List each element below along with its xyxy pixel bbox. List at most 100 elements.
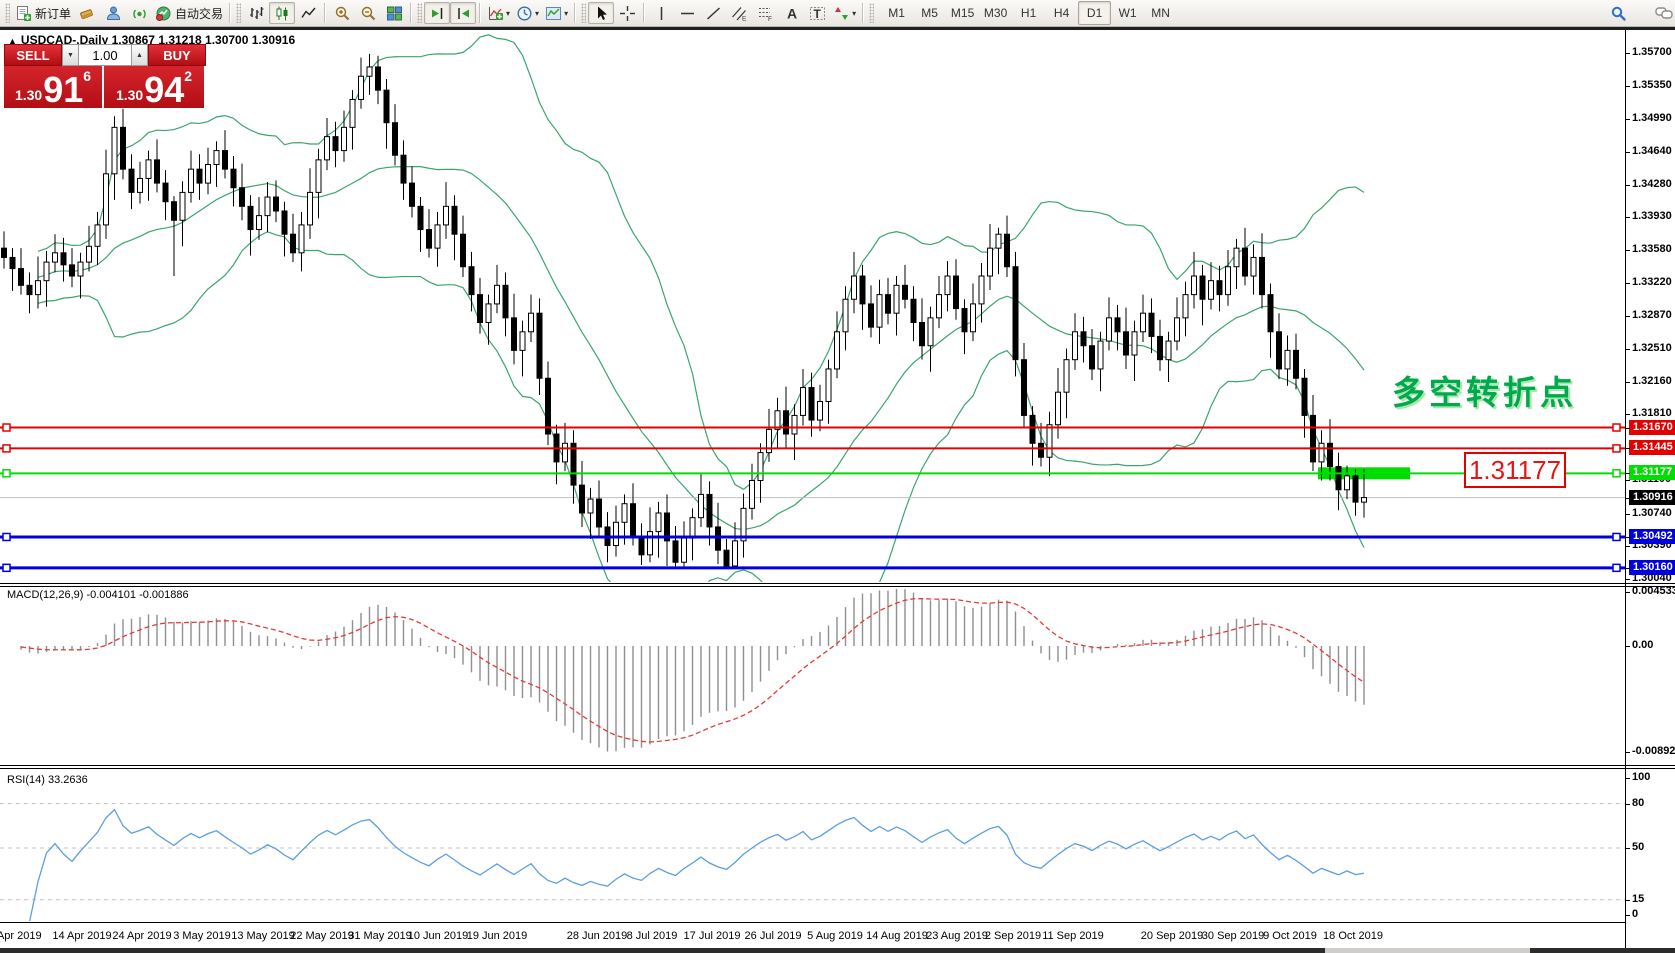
axis-tick-mark — [1625, 316, 1630, 317]
price-tick: 0 — [1632, 908, 1638, 920]
date-tick: 18 Oct 2019 — [1323, 930, 1383, 942]
line-handle[interactable] — [3, 533, 10, 540]
sell-price-sup: 6 — [83, 68, 91, 84]
axis-tick-mark — [1625, 646, 1630, 647]
date-tick: 5 Aug 2019 — [807, 930, 863, 942]
price-tick: 50 — [1632, 841, 1644, 853]
date-tick: 4 Apr 2019 — [0, 930, 42, 942]
price-axis-border — [1625, 30, 1626, 948]
axis-tick-mark — [1625, 900, 1630, 901]
price-level-label: 1.31445 — [1629, 440, 1675, 455]
buy-price-big: 94 — [144, 75, 184, 105]
axis-tick-mark — [1625, 537, 1630, 538]
price-tick: 100 — [1632, 771, 1650, 783]
main-macd-separator[interactable] — [0, 583, 1675, 587]
price-level-label: 1.31177 — [1629, 465, 1675, 480]
buy-button[interactable]: BUY — [148, 44, 206, 66]
axis-tick-mark — [1625, 382, 1630, 383]
sell-price-prefix: 1.30 — [15, 87, 42, 103]
price-callout-box[interactable]: 1.31177 — [1464, 452, 1566, 488]
axis-tick-mark — [1625, 119, 1630, 120]
price-tick: 0.004533 — [1632, 585, 1675, 597]
date-tick: 11 Sep 2019 — [1042, 930, 1104, 942]
line-handle[interactable] — [1613, 564, 1620, 571]
buy-price-prefix: 1.30 — [116, 87, 143, 103]
date-tick: 24 Apr 2019 — [112, 930, 171, 942]
rsi-date-separator — [0, 922, 1626, 923]
axis-tick-mark — [1625, 448, 1630, 449]
axis-tick-mark — [1625, 568, 1630, 569]
axis-tick-mark — [1625, 804, 1630, 805]
price-tick: 1.34640 — [1632, 145, 1672, 157]
date-tick: 17 Jul 2019 — [684, 930, 741, 942]
price-level-label: 1.30492 — [1629, 529, 1675, 544]
volume-up-button[interactable]: ▲ — [131, 44, 148, 66]
axis-tick-mark — [1625, 915, 1630, 916]
axis-tick-mark — [1625, 414, 1630, 415]
price-tick: 1.33580 — [1632, 243, 1672, 255]
macd-rsi-separator[interactable] — [0, 765, 1675, 769]
price-tick: 1.32870 — [1632, 309, 1672, 321]
macd-indicator-label: MACD(12,26,9) -0.004101 -0.001886 — [7, 589, 189, 601]
date-tick: 14 Aug 2019 — [866, 930, 928, 942]
horizontal-scrollbar[interactable] — [0, 948, 1675, 953]
chart-canvas[interactable] — [0, 0, 1675, 953]
main-chart-panel — [0, 35, 1625, 628]
line-handle[interactable] — [1613, 424, 1620, 431]
date-tick: 14 Apr 2019 — [52, 930, 111, 942]
sell-price-button[interactable]: 1.30 91 6 — [4, 66, 104, 108]
line-handle[interactable] — [3, 470, 10, 477]
price-tick: 1.30740 — [1632, 507, 1672, 519]
axis-tick-mark — [1625, 778, 1630, 779]
chinese-annotation: 多空转折点 — [1392, 366, 1577, 414]
date-tick: 2 Sep 2019 — [985, 930, 1041, 942]
date-tick: 19 Jun 2019 — [467, 930, 528, 942]
price-tick: 1.33220 — [1632, 276, 1672, 288]
axis-tick-mark — [1625, 86, 1630, 87]
axis-tick-mark — [1625, 217, 1630, 218]
line-handle[interactable] — [3, 564, 10, 571]
line-handle[interactable] — [1613, 533, 1620, 540]
price-tick: 1.35700 — [1632, 46, 1672, 58]
rsi-panel — [0, 804, 1625, 922]
axis-tick-mark — [1625, 579, 1630, 580]
price-tick: 15 — [1632, 893, 1644, 905]
axis-tick-mark — [1625, 428, 1630, 429]
price-tick: -0.008928 — [1632, 745, 1675, 757]
axis-tick-mark — [1625, 592, 1630, 593]
price-tick: 1.33930 — [1632, 210, 1672, 222]
line-handle[interactable] — [1613, 470, 1620, 477]
macd-panel — [21, 589, 1364, 752]
mt4-window: 新订单自动交易▾▾▾EFAT▾M1M5M15M30H1H4D1W1MN ▲USD… — [0, 0, 1675, 953]
candles-layer — [2, 54, 1367, 568]
price-level-label: 1.30916 — [1629, 490, 1675, 505]
date-tick: 13 May 2019 — [231, 930, 295, 942]
volume-down-button[interactable]: ▼ — [62, 44, 79, 66]
axis-tick-mark — [1625, 546, 1630, 547]
price-level-label: 1.30160 — [1629, 560, 1675, 575]
sell-button[interactable]: SELL — [4, 44, 62, 66]
price-level-label: 1.31670 — [1629, 420, 1675, 435]
price-tick: 80 — [1632, 797, 1644, 809]
line-handle[interactable] — [3, 424, 10, 431]
one-click-trading-panel: SELL ▼ ▲ BUY 1.30 91 6 1.30 94 2 — [4, 44, 206, 108]
axis-tick-mark — [1625, 752, 1630, 753]
date-tick: 3 May 2019 — [173, 930, 230, 942]
volume-input[interactable] — [79, 44, 131, 66]
axis-tick-mark — [1625, 250, 1630, 251]
price-tick: 1.32160 — [1632, 375, 1672, 387]
line-handle[interactable] — [1613, 445, 1620, 452]
price-tick: 1.35350 — [1632, 79, 1672, 91]
axis-tick-mark — [1625, 152, 1630, 153]
sell-price-big: 91 — [43, 75, 83, 105]
line-handle[interactable] — [3, 445, 10, 452]
date-tick: 8 Jul 2019 — [627, 930, 678, 942]
axis-tick-mark — [1625, 53, 1630, 54]
buy-price-button[interactable]: 1.30 94 2 — [104, 66, 204, 108]
date-tick: 30 Sep 2019 — [1202, 930, 1264, 942]
date-tick: 20 Sep 2019 — [1141, 930, 1203, 942]
axis-tick-mark — [1625, 283, 1630, 284]
price-tick: 1.32510 — [1632, 342, 1672, 354]
price-tick: 0.00 — [1632, 639, 1653, 651]
date-tick: 26 Jul 2019 — [745, 930, 802, 942]
